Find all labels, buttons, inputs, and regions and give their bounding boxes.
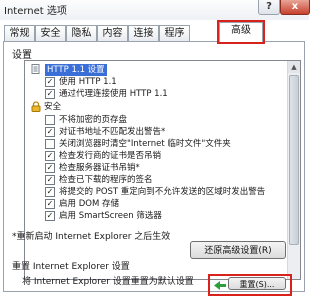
list-item-label: 通过代理连接使用 HTTP 1.1 [59, 89, 168, 99]
list-item-label: 不将加密的页存盘 [59, 115, 128, 125]
checkbox-checked-icon[interactable]: ✓ [45, 77, 55, 87]
list-item-label: 关闭浏览器时清空"Internet 临时文件"文件夹 [59, 139, 231, 149]
list-item-label: 使用 HTTP 1.1 [59, 77, 117, 87]
list-item-label: 检查发行商的证书是否吊销 [59, 151, 162, 161]
list-item-label: 检查服务器证书吊销* [59, 163, 140, 173]
green-arrow-icon [214, 281, 226, 290]
vertical-scrollbar[interactable]: ▲ [287, 61, 300, 279]
list-item-label: 启用 DOM 存储 [59, 199, 119, 209]
reset-description: 将 Internet Explorer 设置重置为默认设置 [22, 277, 194, 287]
tab-content[interactable]: 内容 [97, 25, 128, 41]
checkbox-checked-icon[interactable]: ✓ [45, 211, 55, 221]
checkbox-checked-icon[interactable]: ✓ [45, 89, 55, 99]
close-button[interactable]: x [280, 0, 310, 15]
category-label: 安全 [44, 102, 62, 112]
checkbox-checked-icon[interactable]: ✓ [45, 163, 55, 173]
checkbox-checked-icon[interactable]: ✓ [45, 187, 55, 197]
list-item-label: 将提交的 POST 重定向到不允许发送的区域时发出警告 [59, 187, 266, 197]
reset-button[interactable]: 重置(S)... [228, 277, 286, 290]
checkbox-unchecked-icon[interactable] [45, 115, 55, 125]
checkbox-checked-icon[interactable]: ✓ [45, 151, 55, 161]
tab-general[interactable]: 常规 [4, 25, 35, 41]
tab-programs[interactable]: 程序 [159, 25, 190, 41]
tab-security[interactable]: 安全 [35, 25, 66, 41]
list-item-label: HTTP 1.1 设置 [45, 64, 107, 76]
title-bar: Internet 选项 ? x [0, 0, 310, 20]
tab-strip: 常规 安全 隐私 内容 连接 程序 高级 [0, 20, 309, 44]
scroll-thumb[interactable] [289, 75, 299, 245]
checkbox-checked-icon[interactable]: ✓ [45, 199, 55, 209]
lock-icon [31, 101, 41, 112]
checkbox-unchecked-icon[interactable] [45, 139, 55, 149]
help-button[interactable]: ? [258, 0, 280, 15]
settings-group-title: 设置 [12, 50, 32, 61]
http-settings-icon [31, 64, 40, 74]
scroll-up-icon[interactable]: ▲ [288, 61, 300, 73]
list-item-label: 启用 SmartScreen 筛选器 [59, 211, 162, 221]
tab-connections[interactable]: 连接 [128, 25, 159, 41]
list-item-label: 对证书地址不匹配发出警告* [59, 127, 166, 137]
reset-group-title: 重置 Internet Explorer 设置 [12, 262, 130, 272]
list-item-label: 检查已下载的程序的签名 [59, 175, 153, 185]
restart-note: *重新启动 Internet Explorer 之后生效 [12, 232, 171, 242]
window-title: Internet 选项 [4, 6, 67, 17]
checkbox-checked-icon[interactable]: ✓ [45, 175, 55, 185]
tab-advanced[interactable]: 高级 [217, 20, 265, 44]
restore-advanced-settings-button[interactable]: 还原高级设置(R) [190, 241, 286, 259]
tab-privacy[interactable]: 隐私 [66, 25, 97, 41]
checkbox-checked-icon[interactable]: ✓ [45, 127, 55, 137]
